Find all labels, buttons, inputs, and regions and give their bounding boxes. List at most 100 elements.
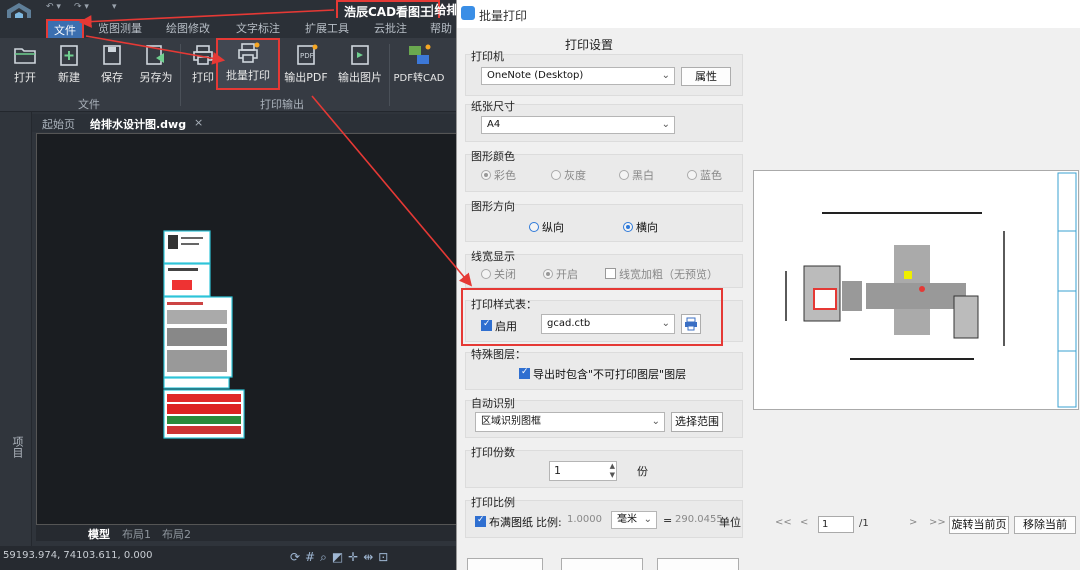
radio-icon	[543, 269, 553, 279]
scale-label: 打印比例	[471, 496, 515, 509]
undo-icon[interactable]: ↶ ▾	[46, 2, 61, 12]
ratio-label: 比例:	[536, 516, 562, 529]
spinner-arrows-icon[interactable]: ▲ ▼	[610, 462, 615, 480]
customize-toolbar-icon[interactable]: ▾	[112, 2, 117, 12]
radio-icon	[623, 222, 633, 232]
side-panel-project[interactable]: 项目	[9, 436, 25, 458]
redo-icon[interactable]: ↷ ▾	[74, 2, 89, 12]
menu-view-measure[interactable]: 览图测量	[98, 20, 142, 36]
paper-size-select[interactable]: A4 ⌄	[481, 116, 675, 134]
remove-page-button[interactable]: 移除当前	[1014, 516, 1076, 534]
scale-unit-select[interactable]: 毫米 ⌄	[611, 511, 657, 529]
menu-draw-modify[interactable]: 绘图修改	[166, 20, 210, 36]
color-option-blue[interactable]: 蓝色	[687, 167, 722, 183]
dialog-button-2[interactable]	[561, 558, 643, 570]
special-layer-label: 特殊图层：	[471, 348, 526, 361]
radio-icon	[551, 170, 561, 180]
fit-to-paper-checkbox[interactable]: 布满图纸	[475, 514, 533, 530]
print-settings-header: 打印设置	[565, 38, 614, 52]
scale-result: 290.0455	[675, 514, 723, 525]
document-tabs: ⋯ 起始页 给排水设计图.dwg ×	[0, 114, 458, 132]
image-export-icon	[351, 45, 369, 65]
select-range-button[interactable]: 选择范围	[671, 412, 723, 432]
paper-size-label: 纸张尺寸	[471, 100, 515, 113]
color-option-gray[interactable]: 灰度	[551, 167, 586, 183]
tab-layout1[interactable]: 布局1	[122, 526, 151, 542]
color-option-color[interactable]: 彩色	[481, 167, 516, 183]
color-label: 图形颜色	[471, 150, 515, 163]
menu-text-annotation[interactable]: 文字标注	[236, 20, 280, 36]
checkbox-icon	[519, 367, 530, 379]
equals-sign: =	[663, 514, 673, 527]
new-file-icon	[60, 45, 78, 66]
export-image-button[interactable]: 输出图片	[333, 42, 387, 90]
tab-layout2[interactable]: 布局2	[162, 526, 191, 542]
chevron-down-icon: ⌄	[661, 70, 670, 81]
batch-print-dialog: 批量打印 打印设置 打印机 OneNote (Desktop) ⌄ 属性 纸张尺寸…	[456, 0, 1080, 570]
lineweight-thicken-checkbox[interactable]: 线宽加粗（无预览）	[605, 266, 718, 282]
menu-bar: 文件 览图测量 绘图修改 文字标注 扩展工具 云批注 帮助	[0, 18, 458, 41]
lineweight-off[interactable]: 关闭	[481, 266, 516, 282]
save-icon	[103, 45, 121, 65]
tab-close-icon[interactable]: ×	[194, 116, 203, 129]
radio-icon	[529, 222, 539, 232]
lineweight-on[interactable]: 开启	[543, 266, 578, 282]
copies-label: 打印份数	[471, 446, 515, 459]
tab-document[interactable]: 给排水设计图.dwg	[90, 116, 186, 132]
batch-print-button[interactable]: 批量打印	[216, 38, 280, 90]
menu-extend-tools[interactable]: 扩展工具	[305, 20, 349, 36]
page-total: /1	[859, 518, 869, 529]
title-bar: ↶ ▾ ↷ ▾ ▾ 浩辰CAD看图王 |给排	[0, 0, 458, 29]
copies-input[interactable]: 1 ▲ ▼	[549, 461, 617, 481]
export-pdf-button[interactable]: PDF 输出PDF	[281, 42, 331, 90]
ratio-value[interactable]: 1.0000	[567, 514, 602, 525]
snap-toolbar-icons[interactable]: ⟳#⌕◩✛⇹⊡	[290, 550, 393, 565]
drawing-canvas[interactable]	[36, 133, 458, 525]
save-as-icon	[146, 45, 164, 65]
radio-icon	[687, 170, 697, 180]
orientation-landscape[interactable]: 横向	[623, 219, 658, 235]
side-panel: 项目	[0, 112, 32, 548]
drawing-thumbnails	[163, 230, 245, 439]
dialog-button-1[interactable]	[467, 558, 543, 570]
radio-icon	[481, 269, 491, 279]
color-option-bw[interactable]: 黑白	[619, 167, 654, 183]
radio-icon	[481, 170, 491, 180]
menu-cloud-annotation[interactable]: 云批注	[374, 20, 407, 36]
lineweight-label: 线宽显示	[471, 250, 515, 263]
menu-help[interactable]: 帮助	[430, 20, 452, 36]
printer-select[interactable]: OneNote (Desktop) ⌄	[481, 67, 675, 85]
copies-unit: 份	[637, 465, 648, 478]
prev-page-button[interactable]: <	[800, 517, 808, 533]
next-page-button[interactable]: >	[909, 517, 917, 533]
app-title-document: |给排	[430, 3, 458, 17]
scale-unit-label: 单位	[719, 516, 741, 529]
pdf-to-cad-button[interactable]: PDF转CAD	[392, 42, 446, 90]
save-as-button[interactable]: 另存为	[133, 42, 179, 90]
save-button[interactable]: 保存	[89, 42, 135, 90]
group-label-print-output: 打印输出	[260, 98, 304, 111]
status-bar: 59193.974, 74103.611, 0.000 ⟳#⌕◩✛⇹⊡	[0, 546, 458, 570]
batch-printer-icon	[238, 42, 260, 63]
orientation-portrait[interactable]: 纵向	[529, 219, 564, 235]
first-page-button[interactable]: <<	[775, 517, 792, 533]
checkbox-icon	[605, 268, 616, 279]
page-number-input[interactable]: 1	[818, 516, 854, 533]
include-nonprint-layer-checkbox[interactable]: 导出时包含"不可打印图层"图层	[519, 366, 686, 382]
tab-model[interactable]: 模型	[88, 526, 110, 542]
printer-properties-button[interactable]: 属性	[681, 67, 731, 86]
print-preview[interactable]	[753, 170, 1079, 410]
style-table-highlight	[461, 288, 723, 346]
last-page-button[interactable]: >>	[929, 517, 946, 533]
chevron-down-icon: ⌄	[643, 514, 652, 525]
dialog-button-3[interactable]	[657, 558, 739, 570]
dialog-app-icon	[461, 6, 475, 20]
svg-text:PDF: PDF	[300, 52, 314, 60]
rotate-page-button[interactable]: 旋转当前页	[949, 516, 1009, 534]
tab-start-page[interactable]: 起始页	[42, 116, 75, 132]
open-button[interactable]: 打开	[2, 42, 48, 90]
new-button[interactable]: 新建	[46, 42, 92, 90]
checkbox-icon	[475, 515, 486, 527]
chevron-down-icon: ⌄	[651, 416, 660, 427]
auto-detect-select[interactable]: 区域识别图框 ⌄	[475, 412, 665, 432]
